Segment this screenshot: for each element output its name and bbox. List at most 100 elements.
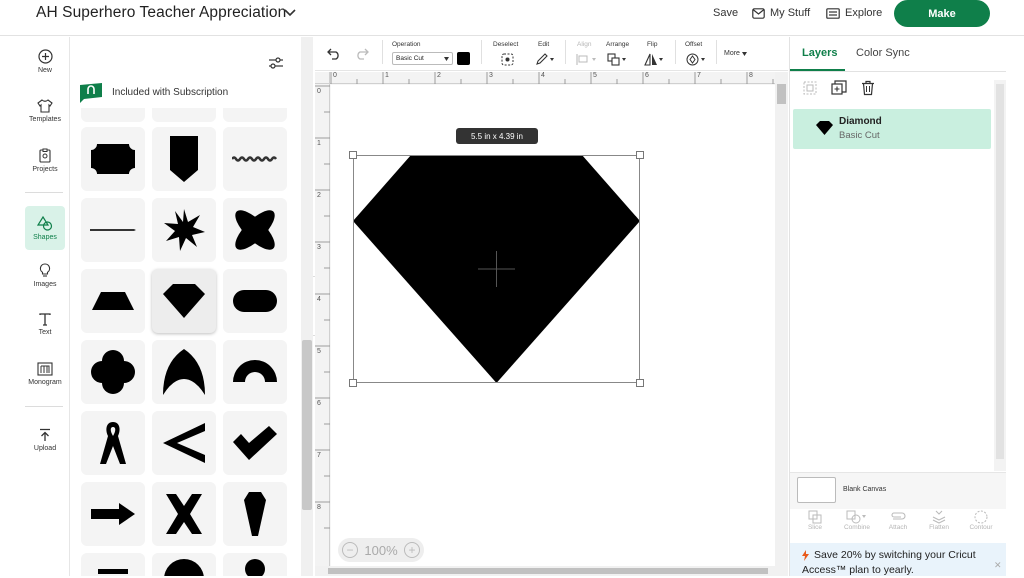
shape-tile-x[interactable] [152, 482, 216, 546]
arrange-icon[interactable] [607, 53, 629, 66]
canvas-vertical-scrollbar-thumb[interactable] [777, 84, 786, 104]
operation-select[interactable]: Basic Cut [392, 52, 453, 65]
shape-tile-trapezoid[interactable] [81, 269, 145, 333]
shape-tile-quatrefoil[interactable] [81, 340, 145, 404]
combine-button[interactable]: Combine [836, 510, 878, 531]
tab-layers[interactable]: Layers [802, 47, 837, 59]
shape-tile-chevron-left[interactable] [152, 411, 216, 475]
deselect-label: Deselect [493, 41, 519, 48]
flatten-button[interactable]: Flatten [918, 510, 960, 531]
shape-tile-arch[interactable] [152, 340, 216, 404]
my-stuff-button[interactable]: My Stuff [752, 7, 810, 19]
nav-monogram[interactable]: Monogram [20, 362, 70, 386]
lightbulb-icon [39, 263, 51, 277]
panel-scrollbar-thumb[interactable] [302, 340, 312, 510]
ruler-top-label: 4 [541, 72, 545, 79]
shape-tile[interactable] [223, 553, 287, 576]
pen-edit-icon[interactable] [535, 53, 555, 66]
blank-canvas-swatch[interactable] [797, 477, 836, 503]
canvas-horizontal-scrollbar-thumb[interactable] [328, 568, 768, 574]
caret-down-icon [741, 51, 747, 56]
make-button[interactable]: Make [894, 0, 990, 27]
duplicate-icon[interactable] [831, 80, 847, 96]
more-button[interactable]: More [724, 50, 747, 57]
nav-projects-label: Projects [32, 166, 58, 173]
nav-new-label: New [37, 67, 52, 74]
redo-icon[interactable] [355, 48, 369, 60]
undo-icon[interactable] [327, 48, 341, 60]
nav-projects[interactable]: Projects [20, 148, 70, 173]
group-icon[interactable] [802, 80, 818, 96]
deselect-icon[interactable] [501, 53, 514, 66]
shape-tile-half-circle[interactable] [223, 340, 287, 404]
chevron-down-icon[interactable] [284, 8, 296, 18]
nav-templates[interactable]: Templates [20, 99, 70, 123]
shapes-icon [37, 215, 53, 231]
shape-tile[interactable] [81, 108, 145, 122]
attach-button[interactable]: Attach [877, 510, 919, 531]
selection-bounding-box[interactable] [353, 155, 640, 383]
shape-tile-arrow[interactable] [81, 482, 145, 546]
shape-tile-star[interactable] [152, 198, 216, 262]
nav-upload-label: Upload [33, 445, 57, 452]
shape-tile-line[interactable] [81, 198, 145, 262]
shape-tile-checkmark[interactable] [223, 411, 287, 475]
tab-color-sync[interactable]: Color Sync [856, 47, 910, 59]
nav-new[interactable]: New [20, 49, 70, 74]
zoom-control: − 100% + [338, 538, 424, 562]
shape-tile-diamond[interactable] [152, 269, 216, 333]
shape-tile-four-petal[interactable] [223, 198, 287, 262]
shape-tile-rounded-rect[interactable] [223, 269, 287, 333]
attach-label: Attach [888, 524, 908, 531]
monogram-icon [37, 362, 53, 376]
shape-tile-ribbon[interactable] [81, 411, 145, 475]
resize-handle-top-left[interactable] [349, 151, 357, 159]
ruler-left-label: 0 [317, 88, 321, 95]
nav-text[interactable]: Text [20, 313, 70, 336]
resize-handle-bottom-right[interactable] [636, 379, 644, 387]
trash-icon[interactable] [860, 80, 876, 96]
trapezoid-shape-icon [92, 292, 134, 310]
shape-tile[interactable] [81, 553, 145, 576]
explore-button[interactable]: Explore [826, 7, 882, 19]
canvas-vertical-scrollbar[interactable] [775, 72, 788, 576]
slice-button[interactable]: Slice [794, 510, 836, 531]
project-title[interactable]: AH Superhero Teacher Appreciation [36, 4, 286, 22]
edit-label: Edit [538, 41, 550, 48]
layers-scrollbar-thumb[interactable] [996, 84, 1004, 459]
offset-icon[interactable] [686, 53, 708, 66]
resize-handle-bottom-left[interactable] [349, 379, 357, 387]
wavy-line-shape-icon [232, 156, 278, 162]
shape-tile-gem-long[interactable] [223, 482, 287, 546]
shape-tile-label[interactable] [81, 127, 145, 191]
ruler-top: 0 1 2 3 4 5 6 7 8 [330, 72, 775, 84]
zoom-out-button[interactable]: − [342, 542, 358, 558]
contour-icon [974, 510, 988, 524]
align-icon[interactable] [576, 53, 598, 66]
save-button[interactable]: Save [713, 7, 738, 19]
close-icon[interactable]: ✕ [994, 560, 1002, 571]
more-label: More [724, 50, 740, 57]
ruler-corner [315, 72, 330, 84]
shape-tile-pennant[interactable] [152, 127, 216, 191]
operation-color-swatch[interactable] [457, 52, 470, 65]
tab-divider [790, 71, 1006, 72]
shape-preview [98, 569, 128, 574]
nav-shapes[interactable]: Shapes [25, 206, 65, 250]
promo-banner[interactable]: Save 20% by switching your Cricut Access… [790, 543, 1006, 576]
shape-tile[interactable] [152, 108, 216, 122]
nav-upload[interactable]: Upload [20, 428, 70, 452]
line-shape-icon [90, 229, 136, 231]
align-label: Align [577, 41, 592, 48]
shape-tile-wavy-line[interactable] [223, 127, 287, 191]
nav-images[interactable]: Images [20, 263, 70, 288]
zoom-in-button[interactable]: + [404, 542, 420, 558]
resize-handle-top-right[interactable] [636, 151, 644, 159]
flip-icon[interactable] [644, 53, 666, 66]
ruler-top-label: 7 [697, 72, 701, 79]
contour-button[interactable]: Contour [960, 510, 1002, 531]
shape-tile[interactable] [152, 553, 216, 576]
shape-tile[interactable] [223, 108, 287, 122]
flip-label: Flip [647, 41, 658, 48]
filter-sliders-icon[interactable] [268, 56, 284, 70]
